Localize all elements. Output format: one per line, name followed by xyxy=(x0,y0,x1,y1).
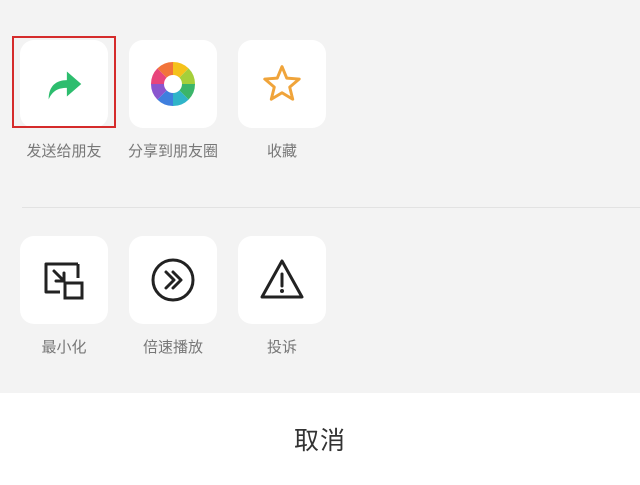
minimize-window-icon xyxy=(40,256,88,304)
report-label: 投诉 xyxy=(266,338,297,356)
star-icon xyxy=(260,62,304,106)
warning-triangle-icon xyxy=(258,256,306,304)
share-arrow-icon xyxy=(41,61,87,107)
favorite-button[interactable] xyxy=(238,40,326,128)
cancel-label: 取消 xyxy=(293,426,346,455)
report-button[interactable] xyxy=(238,236,326,324)
speed-play-icon xyxy=(149,256,197,304)
minimize-label: 最小化 xyxy=(41,338,87,356)
playback-speed-label: 倍速播放 xyxy=(142,338,203,356)
minimize-button[interactable] xyxy=(20,236,108,324)
playback-speed-button[interactable] xyxy=(129,236,217,324)
share-to-moments-button[interactable] xyxy=(129,40,217,128)
row-divider xyxy=(22,207,640,208)
share-to-moments-label: 分享到朋友圈 xyxy=(127,142,218,160)
favorite-label: 收藏 xyxy=(266,142,297,160)
moments-aperture-icon xyxy=(149,60,197,108)
cancel-button[interactable]: 取消 xyxy=(0,393,640,485)
action-sheet: 发送给朋友 分享到朋友圈 收藏 最小化 倍速播放 投诉 xyxy=(0,0,640,393)
share-to-friend-button[interactable] xyxy=(20,40,108,128)
share-to-friend-label: 发送给朋友 xyxy=(26,142,102,160)
